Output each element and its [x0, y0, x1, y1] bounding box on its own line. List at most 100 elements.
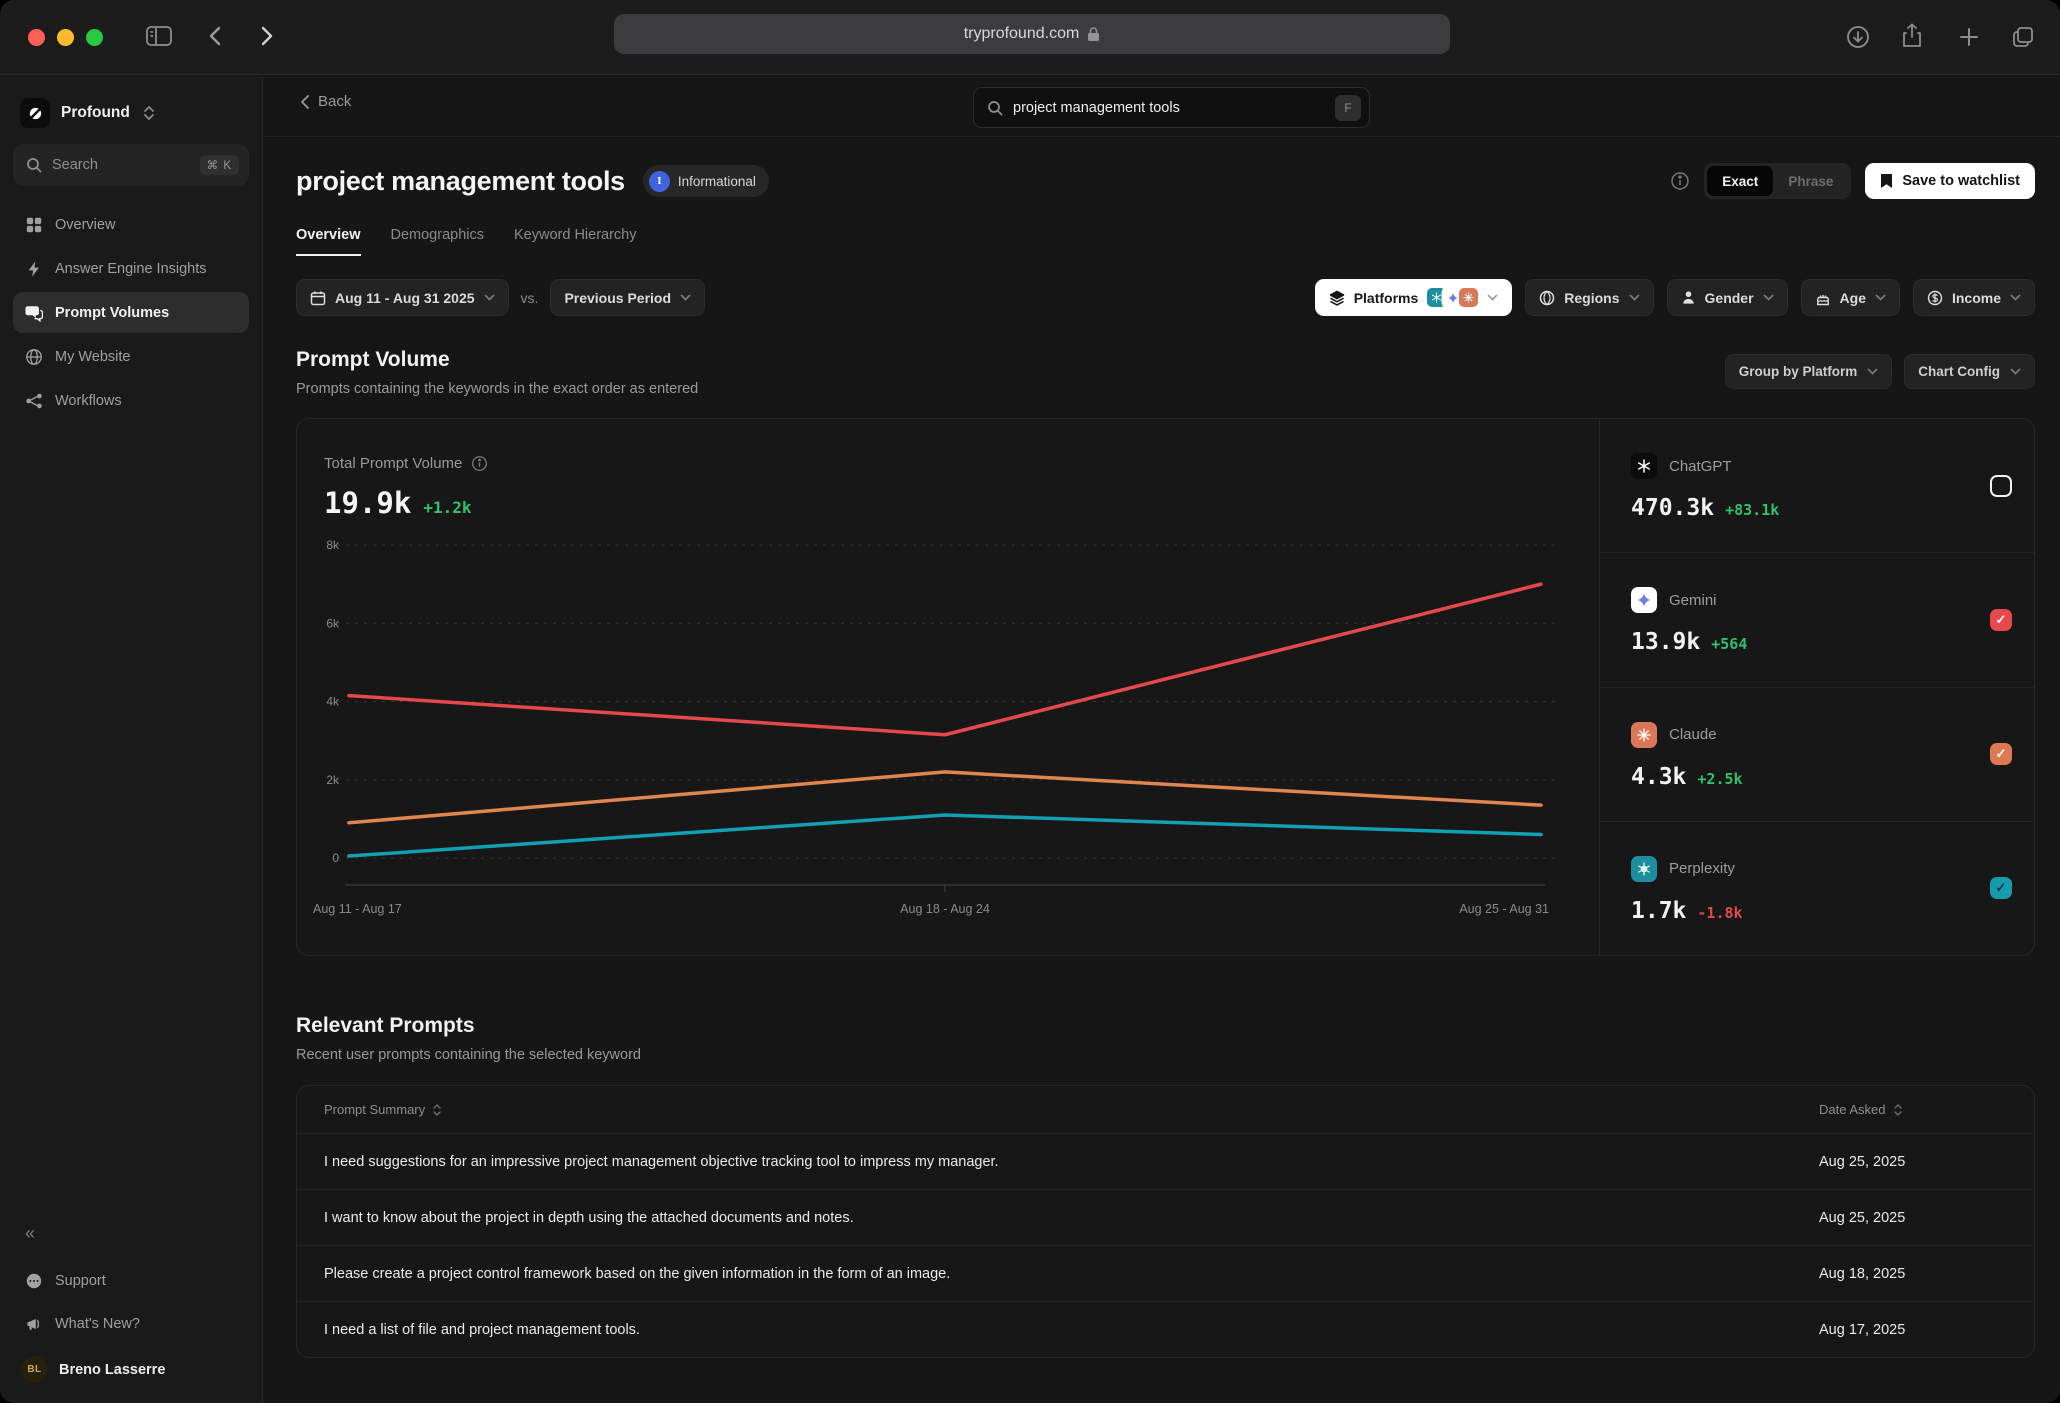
chevron-down-icon	[1487, 294, 1498, 301]
workspace-switcher[interactable]: Profound	[13, 94, 249, 144]
match-mode-phrase[interactable]: Phrase	[1773, 166, 1848, 196]
claude-icon	[1459, 288, 1478, 307]
zoom-window-button[interactable]	[86, 29, 103, 46]
sort-icon[interactable]	[432, 1103, 442, 1117]
legend-checkbox-claude[interactable]: ✓	[1990, 743, 2012, 765]
toggle-sidebar-icon[interactable]	[145, 24, 173, 48]
chart-config-dropdown[interactable]: Chart Config	[1904, 354, 2035, 389]
legend-checkbox-gemini[interactable]: ✓	[1990, 609, 2012, 631]
user-menu[interactable]: BL Breno Lasserre	[13, 1346, 249, 1387]
url-bar[interactable]: tryprofound.com	[614, 14, 1450, 54]
legend-entry-chatgpt[interactable]: ChatGPT 470.3k +83.1k	[1600, 419, 2034, 552]
match-mode-exact[interactable]: Exact	[1707, 166, 1773, 196]
platforms-filter[interactable]: Platforms	[1315, 279, 1513, 316]
chevron-up-down-icon	[143, 105, 155, 121]
sidebar-item-label: Support	[55, 1273, 106, 1289]
filter-bar: Aug 11 - Aug 31 2025 vs. Previous Period…	[296, 279, 2035, 316]
sidebar-item-overview[interactable]: Overview	[13, 204, 249, 245]
svg-text:Aug 18 - Aug 24: Aug 18 - Aug 24	[900, 902, 990, 916]
legend-name: Claude	[1669, 726, 1717, 743]
minimize-window-button[interactable]	[57, 29, 74, 46]
age-filter[interactable]: Age	[1801, 279, 1900, 316]
section-subtitle: Prompts containing the keywords in the e…	[296, 381, 698, 397]
table-row[interactable]: Please create a project control framewor…	[297, 1245, 2034, 1301]
column-prompt-summary[interactable]: Prompt Summary	[324, 1102, 425, 1117]
sidebar-item-whats-new[interactable]: What's New?	[13, 1303, 249, 1344]
sidebar-search[interactable]: Search ⌘ K	[13, 144, 249, 186]
chevron-down-icon	[484, 294, 495, 301]
workflow-nodes-icon	[25, 392, 43, 410]
prompt-summary: I need a list of file and project manage…	[324, 1322, 640, 1338]
sidebar-item-prompt-volumes[interactable]: Prompt Volumes	[13, 292, 249, 333]
new-tab-icon[interactable]	[1957, 25, 1981, 49]
total-value-row: 19.9k +1.2k	[324, 486, 1599, 520]
age-label: Age	[1840, 290, 1866, 306]
chevron-down-icon	[1763, 294, 1774, 301]
chevron-left-icon	[300, 94, 310, 110]
table-row[interactable]: I want to know about the project in dept…	[297, 1189, 2034, 1245]
tab-overview-icon[interactable]	[2010, 24, 2036, 50]
info-icon[interactable]	[471, 455, 488, 472]
sort-icon[interactable]	[1893, 1103, 1903, 1117]
section-title: Relevant Prompts	[296, 1014, 641, 1038]
sidebar-search-label: Search	[52, 157, 98, 173]
line-chart: 02k4k6k8kAug 11 - Aug 17Aug 18 - Aug 24A…	[303, 519, 1595, 931]
gemini-icon	[1631, 587, 1657, 613]
cake-icon	[1815, 290, 1831, 306]
relevant-prompts-header: Relevant Prompts Recent user prompts con…	[296, 1014, 2035, 1063]
legend-entry-claude[interactable]: Claude 4.3k +2.5k ✓	[1600, 687, 2034, 821]
close-window-button[interactable]	[28, 29, 45, 46]
legend-value: 13.9k	[1631, 629, 1700, 655]
browser-back-icon[interactable]	[205, 24, 227, 48]
megaphone-icon	[25, 1315, 43, 1333]
legend-entry-perplexity[interactable]: Perplexity 1.7k -1.8k ✓	[1600, 821, 2034, 955]
svg-text:Aug 11 - Aug 17: Aug 11 - Aug 17	[313, 902, 402, 916]
chart-area: Total Prompt Volume 19.9k +1.2k 02k4k6k8…	[297, 419, 1599, 955]
chevron-down-icon	[1875, 294, 1886, 301]
sidebar-item-my-website[interactable]: My Website	[13, 336, 249, 377]
page-title: project management tools	[296, 166, 625, 197]
browser-forward-icon[interactable]	[255, 24, 277, 48]
chat-bubbles-icon	[25, 304, 43, 322]
table-row[interactable]: I need a list of file and project manage…	[297, 1301, 2034, 1357]
workspace-name: Profound	[61, 104, 130, 122]
search-key-hint: F	[1335, 95, 1361, 121]
save-to-watchlist-button[interactable]: Save to watchlist	[1865, 163, 2035, 199]
window-controls	[28, 29, 103, 46]
group-by-dropdown[interactable]: Group by Platform	[1725, 354, 1893, 389]
gender-filter[interactable]: Gender	[1667, 279, 1788, 316]
sidebar-item-workflows[interactable]: Workflows	[13, 380, 249, 421]
back-button[interactable]: Back	[300, 93, 351, 110]
table-row[interactable]: I need suggestions for an impressive pro…	[297, 1133, 2034, 1189]
sidebar-footer: « Support What's New? BL Breno Lasserre	[13, 1217, 249, 1387]
tab-demographics[interactable]: Demographics	[391, 227, 485, 256]
sidebar-item-support[interactable]: Support	[13, 1260, 249, 1301]
svg-text:4k: 4k	[326, 695, 340, 709]
legend-checkbox-chatgpt[interactable]	[1990, 475, 2012, 497]
back-label: Back	[318, 93, 351, 110]
downloads-icon[interactable]	[1845, 24, 1871, 50]
keyword-search-field[interactable]: F	[973, 87, 1370, 128]
tab-overview[interactable]: Overview	[296, 227, 361, 256]
sidebar-item-answer-engine-insights[interactable]: Answer Engine Insights	[13, 248, 249, 289]
compare-period-picker[interactable]: Previous Period	[550, 279, 705, 316]
vs-label: vs.	[521, 290, 539, 306]
collapse-sidebar-button[interactable]: «	[13, 1217, 249, 1258]
regions-filter[interactable]: Regions	[1525, 279, 1653, 316]
legend-entry-gemini[interactable]: Gemini 13.9k +564 ✓	[1600, 552, 2034, 686]
url-text: tryprofound.com	[964, 25, 1080, 43]
prompt-summary: Please create a project control framewor…	[324, 1266, 950, 1282]
info-icon[interactable]	[1670, 171, 1690, 191]
share-icon[interactable]	[1900, 22, 1924, 50]
column-date-asked[interactable]: Date Asked	[1819, 1102, 1886, 1117]
user-name: Breno Lasserre	[59, 1362, 165, 1378]
date-range-picker[interactable]: Aug 11 - Aug 31 2025	[296, 279, 509, 316]
tab-keyword-hierarchy[interactable]: Keyword Hierarchy	[514, 227, 637, 256]
legend-checkbox-perplexity[interactable]: ✓	[1990, 877, 2012, 899]
keyword-search-input[interactable]	[1013, 100, 1325, 116]
bookmark-icon	[1880, 173, 1893, 189]
sidebar-item-label: My Website	[55, 349, 130, 365]
chart-actions: Group by Platform Chart Config	[1725, 354, 2035, 389]
income-filter[interactable]: Income	[1913, 279, 2035, 316]
legend-name: ChatGPT	[1669, 458, 1732, 475]
